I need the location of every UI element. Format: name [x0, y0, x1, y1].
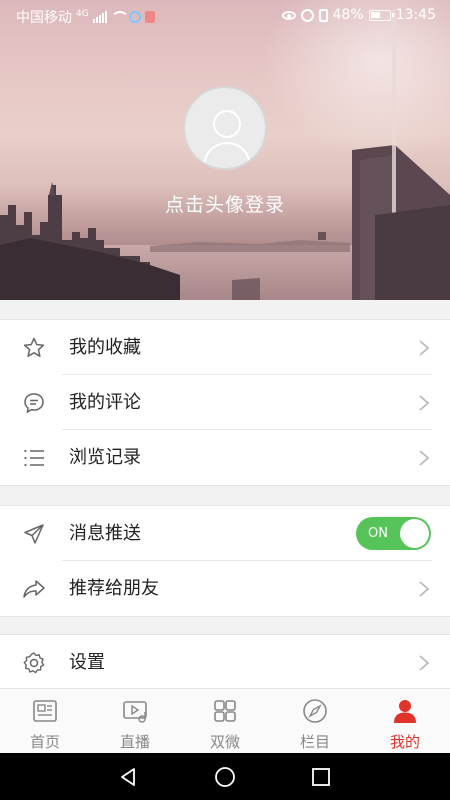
menu-group-settings: 设置 [0, 634, 450, 694]
battery-percent: 48% [332, 7, 364, 23]
avatar-button[interactable] [183, 86, 267, 170]
back-icon[interactable] [117, 766, 139, 788]
signal-icon [92, 11, 107, 23]
menu-group-favorites: 我的收藏 我的评论 浏览记录 [0, 319, 450, 486]
list-icon [24, 449, 44, 467]
tab-label: 栏目 [299, 733, 330, 751]
comment-icon [24, 393, 44, 414]
recents-icon[interactable] [310, 766, 332, 788]
tab-home[interactable]: 首页 [0, 689, 90, 753]
menu-item-settings[interactable]: 设置 [0, 635, 450, 690]
share-icon [23, 580, 45, 598]
send-icon [24, 524, 44, 544]
login-prompt[interactable]: 点击头像登录 [0, 190, 450, 217]
battery-icon [368, 9, 394, 21]
menu-item-history[interactable]: 浏览记录 [0, 430, 450, 485]
status-bar: 中国移动 4G 48% 13:45 [0, 0, 450, 32]
bottom-tab-bar: 首页 直播 双微 栏目 我的 [0, 688, 450, 753]
chevron-right-icon [419, 395, 430, 411]
menu-item-label: 浏览记录 [69, 447, 141, 468]
tab-columns[interactable]: 栏目 [270, 689, 360, 753]
person-icon [394, 700, 416, 723]
tab-live[interactable]: 直播 [90, 689, 180, 753]
menu-item-share[interactable]: 推荐给朋友 [0, 561, 450, 616]
tab-label: 我的 [389, 733, 420, 751]
chevron-right-icon [419, 450, 430, 466]
star-icon [23, 337, 45, 357]
gear-icon [23, 652, 45, 674]
live-icon [123, 701, 147, 723]
chevron-right-icon [419, 655, 430, 671]
grid-icon [214, 700, 236, 722]
menu-item-label: 我的评论 [69, 392, 141, 413]
alarm-icon [300, 8, 314, 22]
tab-label: 直播 [119, 733, 150, 751]
menu-group-notifications: 消息推送 ON 推荐给朋友 [0, 505, 450, 617]
toggle-state-text: ON [368, 526, 388, 541]
compass-icon [303, 699, 327, 723]
toggle-knob [400, 519, 429, 548]
menu-item-push: 消息推送 ON [0, 506, 450, 561]
menu-item-label: 消息推送 [69, 523, 141, 544]
network-type: 4G [76, 9, 89, 19]
map-notification-icon [144, 11, 155, 23]
menu-item-comments[interactable]: 我的评论 [0, 375, 450, 430]
vibrate-icon [318, 8, 328, 22]
eye-comfort-icon [281, 10, 296, 20]
chevron-right-icon [419, 340, 430, 356]
tab-weibo-wechat[interactable]: 双微 [180, 689, 270, 753]
wifi-icon [110, 11, 129, 23]
menu-item-favorites[interactable]: 我的收藏 [0, 320, 450, 375]
status-bar-left: 中国移动 4G [16, 7, 155, 27]
status-bar-right: 48% 13:45 [281, 7, 436, 23]
menu-item-label: 设置 [69, 652, 105, 673]
chevron-right-icon [419, 581, 430, 597]
app-notification-icon [128, 11, 141, 23]
status-time: 13:45 [395, 7, 436, 23]
news-icon [33, 700, 57, 722]
home-icon[interactable] [214, 766, 236, 788]
carrier-name: 中国移动 [16, 10, 72, 26]
tab-label: 双微 [209, 733, 240, 751]
avatar-body-icon [203, 142, 251, 168]
tab-label: 首页 [29, 733, 60, 751]
menu-item-label: 我的收藏 [69, 337, 141, 358]
tab-mine[interactable]: 我的 [360, 689, 450, 753]
push-toggle[interactable]: ON [356, 517, 431, 550]
avatar-head-icon [213, 110, 241, 138]
profile-header: 点击头像登录 [0, 0, 450, 300]
system-navigation-bar [0, 753, 450, 800]
menu-item-label: 推荐给朋友 [69, 578, 159, 599]
